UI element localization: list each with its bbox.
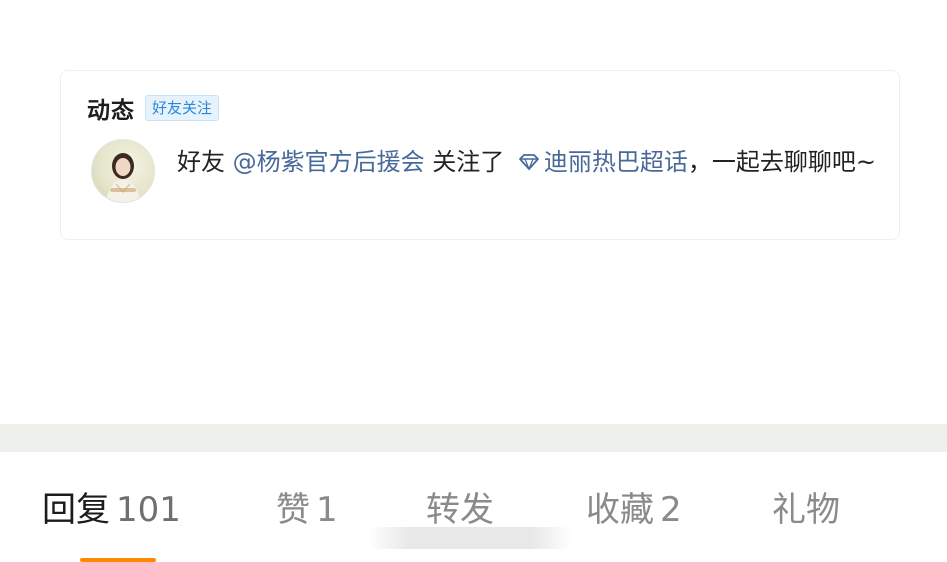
- active-tab-indicator: [80, 558, 156, 562]
- topic-label: 迪丽热巴超话: [543, 148, 688, 176]
- message-action: 关注了: [432, 148, 505, 176]
- message-prefix: 好友: [177, 148, 225, 176]
- tab-favorite-label: 收藏: [586, 490, 654, 530]
- diamond-icon: [519, 154, 539, 171]
- activity-message: 好友 @杨紫官方后援会 关注了 迪丽热巴超话，一起去聊聊吧~: [177, 141, 877, 183]
- avatar-image: [106, 153, 140, 202]
- tab-favorite-count: 2: [660, 490, 682, 530]
- tab-gift[interactable]: 礼物: [772, 488, 840, 532]
- card-header: 动态 好友关注: [87, 93, 220, 124]
- section-divider: [0, 424, 947, 452]
- tab-repost-label: 转发: [426, 490, 494, 530]
- activity-card: 动态 好友关注 好友 @杨紫官方后援会 关注了 迪丽热巴超话，一起去聊聊吧~: [60, 70, 900, 240]
- tab-reply-label: 回复: [42, 490, 110, 530]
- message-suffix: ，一起去聊聊吧~: [687, 148, 877, 176]
- topic-link[interactable]: 迪丽热巴超话: [512, 148, 688, 176]
- tab-reply[interactable]: 回复 101: [42, 488, 181, 532]
- mention-link[interactable]: @杨紫官方后援会: [233, 148, 425, 176]
- card-title: 动态: [87, 98, 135, 124]
- tab-gift-label: 礼物: [772, 490, 840, 530]
- tab-like-label: 赞: [276, 490, 310, 530]
- tab-like-count: 1: [316, 490, 338, 530]
- tab-like[interactable]: 赞1: [276, 488, 338, 532]
- watermark-blur: [368, 527, 573, 549]
- tab-reply-count: 101: [116, 490, 181, 530]
- friend-follow-tag: 好友关注: [145, 95, 220, 121]
- avatar[interactable]: [91, 139, 155, 203]
- tab-favorite[interactable]: 收藏 2: [586, 488, 682, 532]
- tab-repost[interactable]: 转发: [426, 488, 494, 532]
